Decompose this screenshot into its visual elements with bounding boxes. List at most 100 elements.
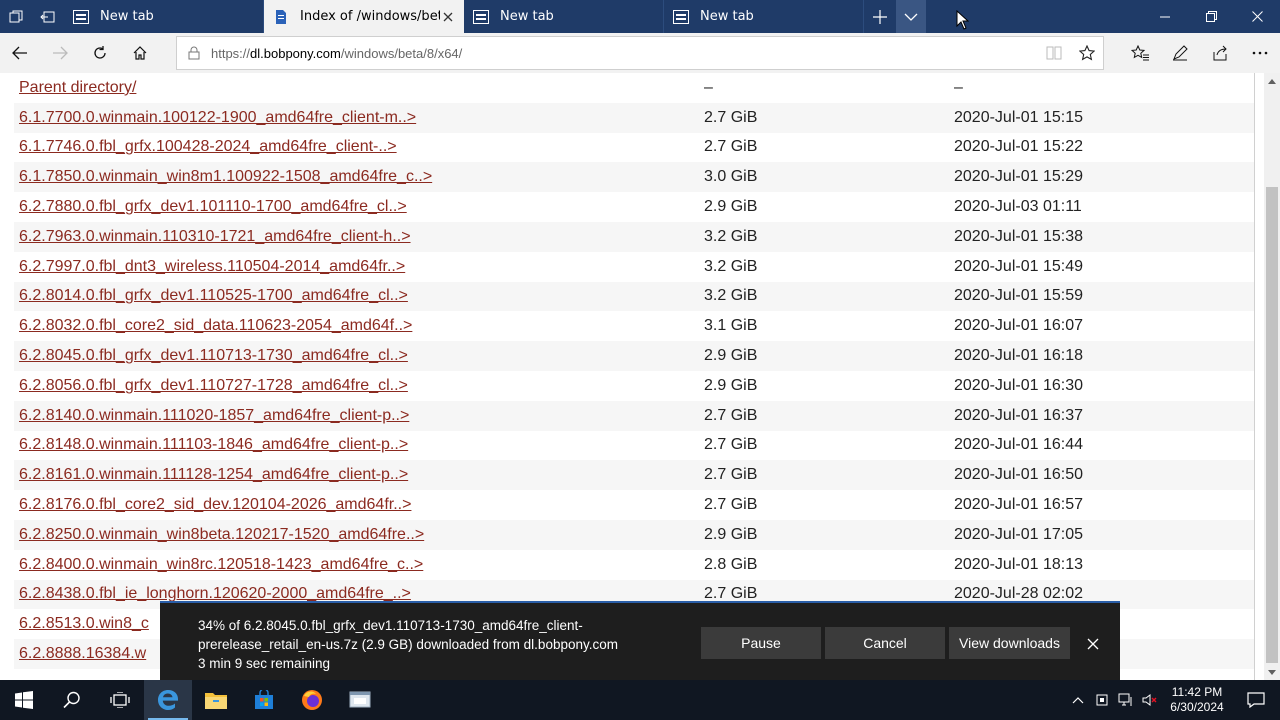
url-text[interactable]: https://dl.bobpony.com/windows/beta/8/x6…: [211, 46, 1037, 61]
file-size: 2.7 GiB: [704, 138, 758, 156]
tab-title: Index of /windows/beta: [300, 9, 440, 24]
show-hidden-icons-icon[interactable]: [1066, 680, 1090, 720]
file-link[interactable]: 6.2.8513.0.win8_c: [19, 615, 149, 632]
taskbar: 11:42 PM 6/30/2024: [0, 680, 1280, 720]
address-bar[interactable]: https://dl.bobpony.com/windows/beta/8/x6…: [176, 36, 1104, 70]
file-date: –: [954, 78, 963, 96]
set-tabs-aside-icon[interactable]: [32, 0, 64, 33]
cancel-button[interactable]: Cancel: [825, 627, 945, 659]
file-link[interactable]: 6.2.8176.0.fbl_core2_sid_dev.120104-2026…: [19, 496, 411, 513]
minimize-button[interactable]: [1142, 0, 1188, 33]
file-size: 2.7 GiB: [704, 436, 758, 454]
file-row: 6.2.8250.0.winmain_win8beta.120217-1520_…: [14, 519, 1254, 550]
file-row: 6.2.8148.0.winmain.111103-1846_amd64fre_…: [14, 431, 1254, 461]
file-link[interactable]: 6.2.7963.0.winmain.110310-1721_amd64fre_…: [19, 228, 411, 245]
search-icon[interactable]: [48, 680, 96, 720]
back-button[interactable]: [0, 33, 40, 73]
file-size: 2.8 GiB: [704, 555, 758, 573]
clock[interactable]: 11:42 PM 6/30/2024: [1162, 685, 1232, 715]
scrollbar-thumb[interactable]: [1266, 187, 1278, 663]
file-size: 3.2 GiB: [704, 227, 758, 245]
view-downloads-button[interactable]: View downloads: [949, 627, 1070, 659]
show-tab-previews-button[interactable]: [896, 0, 926, 33]
file-link[interactable]: 6.2.8056.0.fbl_grfx_dev1.110727-1728_amd…: [19, 377, 408, 394]
file-explorer-icon[interactable]: [192, 680, 240, 720]
file-size: –: [704, 78, 713, 96]
file-link[interactable]: 6.2.8888.16384.w: [19, 645, 146, 662]
file-link[interactable]: 6.2.8250.0.winmain_win8beta.120217-1520_…: [19, 526, 424, 543]
file-date: 2020-Jul-01 18:13: [954, 555, 1083, 573]
file-link[interactable]: 6.1.7746.0.fbl_grfx.100428-2024_amd64fre…: [19, 138, 397, 155]
network-icon[interactable]: [1114, 680, 1138, 720]
file-row: 6.2.7963.0.winmain.110310-1721_amd64fre_…: [14, 221, 1254, 252]
file-link[interactable]: 6.2.7997.0.fbl_dnt3_wireless.110504-2014…: [19, 258, 405, 275]
file-link[interactable]: 6.2.7880.0.fbl_grfx_dev1.101110-1700_amd…: [19, 198, 407, 215]
close-icon[interactable]: [1082, 633, 1104, 655]
file-link[interactable]: 6.2.8438.0.fbl_ie_longhorn.120620-2000_a…: [19, 585, 411, 602]
action-center-icon[interactable]: [1232, 680, 1280, 720]
tab-new-1[interactable]: New tab: [64, 0, 264, 33]
web-note-pen-icon[interactable]: [1160, 33, 1200, 73]
file-row: 6.2.8014.0.fbl_grfx_dev1.110525-1700_amd…: [14, 281, 1254, 312]
device-tray-icon[interactable]: [1090, 680, 1114, 720]
close-window-button[interactable]: [1234, 0, 1280, 33]
file-row: 6.2.8400.0.winmain_win8rc.120518-1423_am…: [14, 550, 1254, 580]
edge-taskbar-icon[interactable]: [144, 680, 192, 720]
file-link[interactable]: 6.2.8014.0.fbl_grfx_dev1.110525-1700_amd…: [19, 287, 408, 304]
edge-page-icon: [272, 8, 290, 26]
scroll-up-arrow-icon[interactable]: [1264, 73, 1280, 89]
scroll-down-arrow-icon[interactable]: [1264, 664, 1280, 680]
tab-new-2[interactable]: New tab: [464, 0, 664, 33]
file-date: 2020-Jul-01 15:15: [954, 108, 1083, 126]
file-size: 3.1 GiB: [704, 317, 758, 335]
forward-button[interactable]: [40, 33, 80, 73]
start-button[interactable]: [0, 680, 48, 720]
more-settings-icon[interactable]: [1240, 33, 1280, 73]
pause-button[interactable]: Pause: [701, 627, 821, 659]
close-tab-icon[interactable]: [440, 9, 456, 25]
store-icon[interactable]: [240, 680, 288, 720]
download-notification-bar: 34% of 6.2.8045.0.fbl_grfx_dev1.110713-1…: [160, 601, 1120, 680]
share-icon[interactable]: [1200, 33, 1240, 73]
app-window-icon[interactable]: [336, 680, 384, 720]
favorite-star-icon[interactable]: [1070, 45, 1103, 61]
lock-icon[interactable]: [177, 46, 211, 60]
file-row: 6.2.7880.0.fbl_grfx_dev1.101110-1700_amd…: [14, 192, 1254, 222]
file-link[interactable]: 6.2.8161.0.winmain.111128-1254_amd64fre_…: [19, 466, 408, 483]
page-icon: [72, 8, 90, 26]
reading-view-icon[interactable]: [1037, 46, 1070, 60]
file-date: 2020-Jul-01 16:57: [954, 496, 1083, 514]
favorites-hub-icon[interactable]: [1120, 33, 1160, 73]
mouse-cursor-icon: [956, 9, 970, 34]
file-link[interactable]: 6.2.8140.0.winmain.111020-1857_amd64fre_…: [19, 407, 409, 424]
page-icon: [472, 8, 490, 26]
refresh-button[interactable]: [80, 33, 120, 73]
firefox-icon[interactable]: [288, 680, 336, 720]
file-link[interactable]: 6.2.8032.0.fbl_core2_sid_data.110623-205…: [19, 317, 412, 334]
system-tray: 11:42 PM 6/30/2024: [1066, 680, 1280, 720]
new-tab-button[interactable]: [864, 0, 896, 33]
file-link[interactable]: 6.1.7850.0.winmain_win8m1.100922-1508_am…: [19, 168, 432, 185]
tab-sets-icon[interactable]: [0, 0, 32, 33]
file-row: 6.1.7700.0.winmain.100122-1900_amd64fre_…: [14, 102, 1254, 133]
file-link[interactable]: 6.2.8148.0.winmain.111103-1846_amd64fre_…: [19, 436, 408, 453]
file-row: 6.2.8045.0.fbl_grfx_dev1.110713-1730_amd…: [14, 341, 1254, 371]
volume-muted-icon[interactable]: [1138, 680, 1162, 720]
file-link[interactable]: 6.2.8400.0.winmain_win8rc.120518-1423_am…: [19, 556, 423, 573]
page-icon: [672, 8, 690, 26]
file-date: 2020-Jul-01 15:29: [954, 168, 1083, 186]
file-link[interactable]: 6.1.7700.0.winmain.100122-1900_amd64fre_…: [19, 109, 416, 126]
file-date: 2020-Jul-01 16:44: [954, 436, 1083, 454]
file-link[interactable]: 6.2.8045.0.fbl_grfx_dev1.110713-1730_amd…: [19, 347, 408, 364]
home-button[interactable]: [120, 33, 160, 73]
restore-button[interactable]: [1188, 0, 1234, 33]
task-view-icon[interactable]: [96, 680, 144, 720]
file-date: 2020-Jul-01 16:18: [954, 347, 1083, 365]
file-size: 2.9 GiB: [704, 525, 758, 543]
tab-new-3[interactable]: New tab: [664, 0, 864, 33]
parent-directory-link[interactable]: Parent directory/: [19, 79, 136, 96]
clock-time: 11:42 PM: [1171, 685, 1223, 699]
file-size: 3.2 GiB: [704, 287, 758, 305]
scrollbar[interactable]: [1264, 73, 1280, 680]
tab-index-windows-beta[interactable]: Index of /windows/beta: [264, 0, 464, 33]
